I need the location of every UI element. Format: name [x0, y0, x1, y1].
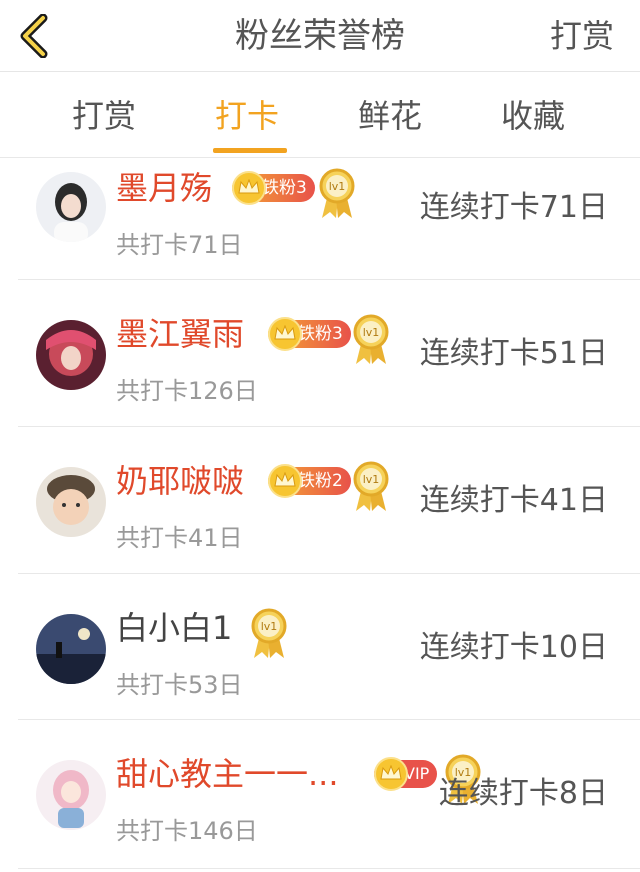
active-tab-indicator	[213, 148, 287, 153]
list-item[interactable]: 白小白1 lv1 连续打卡10日 共打卡53日	[0, 574, 640, 720]
list-item[interactable]: 墨江翼雨 铁粉3 lv1 连续打卡51日 共打卡126日	[0, 280, 640, 427]
total-checkins: 共打卡53日	[116, 671, 243, 699]
page-title: 粉丝荣誉榜	[235, 16, 405, 56]
user-name[interactable]: 墨月殇	[116, 168, 212, 208]
streak-days: 连续打卡41日	[419, 483, 608, 518]
top-bar: 粉丝荣誉榜 打赏	[0, 0, 640, 72]
level-label: lv1	[363, 326, 380, 339]
tab-bar: 打赏 打卡 鲜花 收藏	[0, 72, 640, 158]
tab-checkin[interactable]: 打卡	[215, 94, 279, 138]
crown-icon	[374, 757, 408, 791]
reward-button[interactable]: 打赏	[550, 14, 614, 58]
streak-days: 连续打卡10日	[419, 630, 608, 665]
level-label: lv1	[329, 180, 346, 193]
fan-badge-label: 铁粉3	[298, 324, 343, 344]
user-name[interactable]: 甜心教主一一...	[116, 754, 339, 794]
fan-badge-label: 铁粉2	[298, 471, 343, 491]
crown-icon	[232, 171, 266, 205]
total-checkins: 共打卡146日	[116, 817, 258, 845]
level-medal-icon: lv1	[319, 168, 355, 218]
row-divider	[18, 868, 640, 869]
avatar[interactable]	[36, 467, 106, 537]
list-item[interactable]: 甜心教主一一... VIP lv1 连续打卡8日 共打卡146日	[0, 720, 640, 870]
user-name[interactable]: 墨江翼雨	[116, 314, 244, 354]
avatar[interactable]	[36, 172, 106, 242]
fan-badge: 铁粉2	[268, 464, 351, 498]
vip-badge: VIP	[374, 757, 438, 791]
fan-badge: 铁粉3	[268, 317, 351, 351]
streak-days: 连续打卡8日	[438, 776, 608, 811]
total-checkins: 共打卡126日	[116, 377, 258, 405]
total-checkins: 共打卡41日	[116, 524, 243, 552]
streak-days: 连续打卡51日	[419, 336, 608, 371]
level-label: lv1	[363, 473, 380, 486]
tab-favorites[interactable]: 收藏	[501, 94, 565, 138]
total-checkins: 共打卡71日	[116, 231, 243, 259]
list-item[interactable]: 墨月殇 铁粉3 lv1 连续打卡71日 共打卡71日	[0, 158, 640, 280]
level-medal-icon: lv1	[353, 461, 389, 511]
crown-icon	[268, 317, 302, 351]
fan-badge: 铁粉3	[232, 171, 315, 205]
avatar[interactable]	[36, 760, 106, 830]
streak-days: 连续打卡71日	[419, 190, 608, 225]
tab-reward[interactable]: 打赏	[72, 94, 136, 138]
crown-icon	[268, 464, 302, 498]
list-item[interactable]: 奶耶啵啵 铁粉2 lv1 连续打卡41日 共打卡41日	[0, 427, 640, 574]
level-medal-icon: lv1	[353, 314, 389, 364]
tab-flowers[interactable]: 鲜花	[358, 94, 422, 138]
level-medal-icon: lv1	[251, 608, 287, 658]
level-label: lv1	[261, 620, 278, 633]
avatar[interactable]	[36, 320, 106, 390]
user-name[interactable]: 奶耶啵啵	[116, 461, 244, 501]
user-name[interactable]: 白小白1	[116, 608, 232, 648]
avatar[interactable]	[36, 614, 106, 684]
fan-badge-label: 铁粉3	[262, 178, 307, 198]
